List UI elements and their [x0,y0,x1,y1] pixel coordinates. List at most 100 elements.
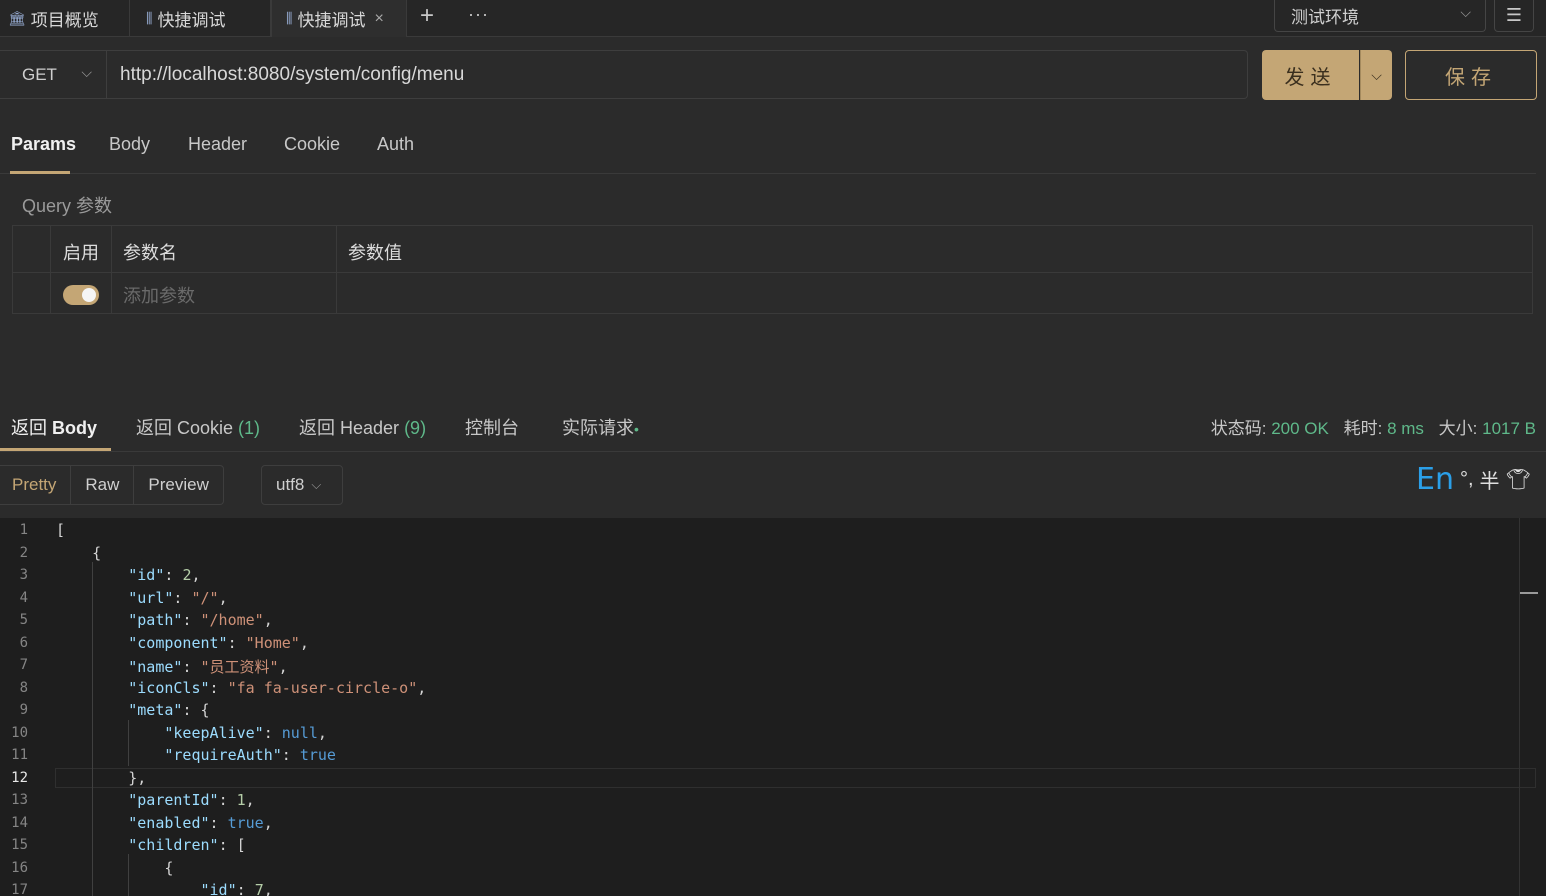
code-text: "component": "Home", [128,633,309,652]
raw-button[interactable]: Raw [71,466,135,504]
tab-label: 实际请求 [562,418,634,438]
line-number: 14 [11,814,28,831]
chevron-down-icon: ⌵ [1371,66,1382,83]
code-text: "iconCls": "fa fa-user-circle-o", [128,678,427,697]
skin-icon[interactable]: 👕︎ [1506,467,1531,492]
ime-toolbar: En °, 半 👕︎ [1416,462,1531,497]
code-line: 5 "path": "/home", [0,610,1536,632]
code-text: { [56,543,102,562]
close-icon[interactable]: × [374,10,383,28]
code-text: { [56,858,174,877]
preview-button[interactable]: Preview [134,466,222,504]
encoding-value: utf8 [276,475,305,494]
divider [111,226,112,313]
tab-response-body[interactable]: 返回 Body [11,414,97,440]
environment-select[interactable]: 测试环境 ⌵ [1274,0,1486,32]
environment-value: 测试环境 [1291,8,1359,27]
code-text: "id": 7, [200,881,273,896]
url-bar: GET ⌵ [0,50,1248,99]
divider [50,226,51,313]
response-body-editor[interactable]: 1[2 {3 "id": 2, 4 "url": "/", 5 "path": "/… [0,518,1546,896]
tab-header[interactable]: Header [188,134,247,155]
ime-punctuation[interactable]: °, [1460,468,1474,491]
query-params-table: 启用 参数名 参数值 添加参数 [12,225,1533,314]
column-param-name: 参数名 [123,243,177,263]
line-number: 5 [19,612,28,628]
line-number: 6 [19,634,28,651]
code-text: "name": "员工资料", [128,658,288,676]
code-line: 2 { [0,543,1536,565]
divider [336,226,337,313]
code-line: 10 "keepAlive": null, [0,723,1536,745]
time-value: 8 ms [1387,419,1424,438]
tab-auth[interactable]: Auth [377,134,414,155]
size-label: 大小: [1438,419,1478,438]
encoding-select[interactable]: utf8 ⌵ [261,465,343,505]
code-line: 8 "iconCls": "fa fa-user-circle-o", [0,678,1536,700]
code-line: 17 "id": 7, [0,880,1536,896]
add-param-input[interactable]: 添加参数 [123,282,195,308]
send-button[interactable]: 发送 [1262,50,1359,100]
line-number: 16 [11,859,28,876]
url-input[interactable] [120,51,1230,98]
list-icon: ☰ [1505,5,1523,25]
status-code-label: 状态码: [1210,419,1267,438]
tab-quick-debug[interactable]: ⫼ 快捷调试 [130,0,271,37]
enable-toggle[interactable] [63,285,99,305]
pretty-button[interactable]: Pretty [0,466,72,504]
code-line: 14 "enabled": true, [0,813,1536,835]
chevron-down-icon: ⌵ [81,64,92,80]
more-tabs-button[interactable]: ··· [468,4,489,25]
chevron-down-icon: ⌵ [311,477,322,492]
code-text: [ [56,521,66,539]
response-tabs: 返回 Body 返回 Cookie (1) 返回 Header (9) 控制台 … [0,402,1546,452]
tab-cookie[interactable]: Cookie [284,134,340,155]
query-section-title: Query 参数 [22,196,113,216]
save-button[interactable]: 保存 [1405,50,1537,100]
tab-params[interactable]: Params [11,134,76,155]
add-tab-button[interactable]: + [420,2,434,30]
active-tab-underline [10,171,70,174]
line-number: 2 [19,544,28,561]
code-text: "id": 2, [128,566,201,584]
code-text: "requireAuth": true [164,746,336,764]
code-line: 12 }, [0,768,1536,790]
tab-label: 返回 Cookie [136,418,234,438]
tab-console[interactable]: 控制台 [465,414,519,440]
request-tabs: Params Body Header Cookie Auth [0,120,1536,174]
status-code-value: 200 OK [1271,419,1329,438]
table-row: 添加参数 [13,273,1532,313]
bank-icon: 🏛︎ [8,10,26,26]
toggle-knob [82,288,96,302]
line-number: 4 [19,589,28,606]
table-header: 启用 参数名 参数值 [13,226,1532,273]
tab-label: 项目概览 [30,11,99,30]
code-line: 15 "children": [ [0,835,1536,857]
line-number: 8 [19,679,28,696]
column-param-value: 参数值 [348,243,402,263]
tab-response-header[interactable]: 返回 Header (9) [299,414,426,440]
menu-list-button[interactable]: ☰ [1494,0,1534,32]
response-stats: 状态码: 200 OK 耗时: 8 ms 大小: 1017 B [1211,414,1536,439]
count-badge: (9) [404,418,427,438]
send-options-button[interactable]: ⌵ [1360,50,1392,100]
code-text: "path": "/home", [128,611,273,629]
tab-response-cookie[interactable]: 返回 Cookie (1) [136,414,260,440]
ime-width[interactable]: 半 [1480,465,1500,494]
tab-label: 快捷调试 [157,11,226,30]
tab-label: 快捷调试 [297,11,366,30]
line-number: 13 [11,792,28,808]
code-line: 6 "component": "Home", [0,633,1536,655]
tab-actual-request[interactable]: 实际请求• [562,414,639,440]
code-text: "children": [ [128,836,246,854]
tab-body[interactable]: Body [109,134,150,155]
status-dot: • [634,421,639,437]
method-select[interactable]: GET ⌵ [0,51,107,98]
tab-quick-debug-active[interactable]: ⫼ 快捷调试 × [271,0,407,37]
ime-language[interactable]: En [1416,462,1454,497]
method-value: GET [22,64,57,84]
code-text: "enabled": true, [128,813,273,832]
tab-project-overview[interactable]: 🏛︎ 项目概览 [0,0,130,37]
format-toggle-group: Pretty Raw Preview [0,465,224,505]
code-text: "url": "/", [128,588,228,607]
